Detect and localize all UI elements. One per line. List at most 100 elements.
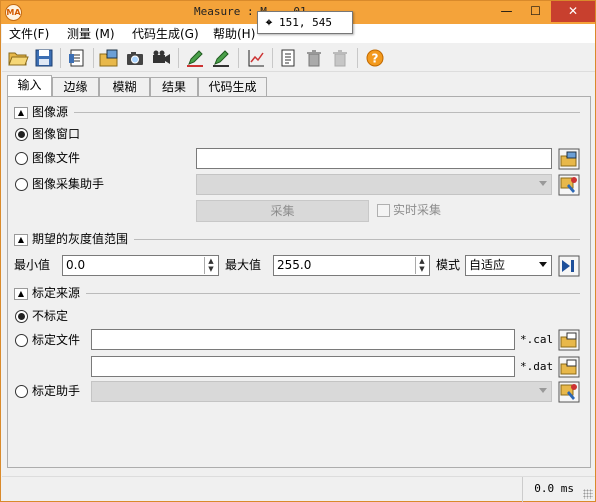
calibration-assistant-button[interactable] [558,381,580,403]
section-image-source[interactable]: ▲ 图像源 [14,104,68,120]
trash-icon[interactable] [303,47,325,69]
collapse-icon[interactable]: ▲ [14,287,28,300]
main-window: MA Measure : M... 01 — ☐ ✕ 文件(F) 测量 (M) … [0,0,596,502]
resize-grip-icon[interactable] [583,489,593,499]
section-title: 图像源 [32,105,69,119]
label-image-window: 图像窗口 [32,127,81,141]
radio-calibration-helper[interactable] [15,385,28,398]
acquisition-select[interactable] [196,174,552,195]
live-acquire-checkbox[interactable] [377,204,390,217]
open-file-icon [558,356,580,378]
load-icon[interactable] [66,47,88,69]
spin-down-icon[interactable]: ▼ [205,265,217,273]
document-icon[interactable] [277,47,299,69]
dat-extension-label: *.dat [520,360,554,373]
open-image-icon[interactable] [98,47,120,69]
chevron-down-icon [539,181,547,186]
toolbar-separator [357,48,358,68]
apply-range-button[interactable] [558,255,580,277]
label-image-acquisition: 图像采集助手 [32,177,105,191]
section-title: 标定来源 [32,286,81,300]
tab-blur[interactable]: 模糊 [99,77,150,97]
label-min-value: 最小值 [14,258,51,272]
spin-buttons[interactable]: ▲ ▼ [204,257,217,274]
tab-results[interactable]: 结果 [150,77,198,97]
open-file-icon [558,329,580,351]
maximize-button[interactable]: ☐ [521,1,550,22]
chevron-down-icon [539,262,547,267]
section-gray-range[interactable]: ▲ 期望的灰度值范围 [14,231,128,247]
radio-image-acquisition[interactable] [15,178,28,191]
section-divider [86,293,580,294]
toolbar-separator [93,48,94,68]
label-calibration-file: 标定文件 [32,333,81,347]
max-value-spinbox[interactable]: 255.0 ▲ ▼ [273,255,430,276]
min-value-spinbox[interactable]: 0.0 ▲ ▼ [62,255,219,276]
mode-select-value: 自适应 [469,258,506,272]
toolbar-separator [238,48,239,68]
cal-extension-label: *.cal [520,333,554,346]
toolbar-separator [178,48,179,68]
edit-alt-icon[interactable] [210,47,232,69]
toolbar: ? [2,43,595,72]
collapse-icon[interactable]: ▲ [14,106,28,119]
menu-help[interactable]: 帮助(H) [213,25,255,42]
label-no-calibration: 不标定 [32,309,69,323]
radio-calibration-file[interactable] [15,334,28,347]
tab-input[interactable]: 输入 [7,75,52,97]
menu-file[interactable]: 文件(F) [9,25,49,42]
video-camera-icon[interactable] [150,47,172,69]
browse-cal-file-button[interactable] [558,329,580,351]
status-bar: 0.0 ms [2,476,595,502]
spin-down-icon[interactable]: ▼ [416,265,428,273]
app-logo-icon: MA [5,4,22,21]
calibration-helper-select[interactable] [91,381,552,402]
tab-codegen[interactable]: 代码生成 [198,77,267,97]
open-folder-icon[interactable] [7,47,29,69]
radio-image-window[interactable] [15,128,28,141]
tooltip-text: 151, 545 [279,16,332,29]
dat-file-input[interactable] [91,356,515,377]
calibration-assistant-icon [558,381,580,403]
edit-icon[interactable] [184,47,206,69]
camera-icon[interactable] [124,47,146,69]
label-live-acquire: 实时采集 [393,203,442,217]
collapse-icon[interactable]: ▲ [14,233,28,246]
open-image-icon [558,148,580,170]
trash-disabled-icon[interactable] [329,47,351,69]
chart-icon[interactable] [245,47,267,69]
min-value-text: 0.0 [66,258,86,272]
forward-arrow-icon [558,255,580,277]
radio-image-file[interactable] [15,152,28,165]
browse-image-file-button[interactable] [558,148,580,170]
calibration-file-input[interactable] [91,329,515,350]
menu-measure[interactable]: 测量 (M) [67,25,115,42]
help-icon[interactable]: ? [364,47,386,69]
mode-select[interactable]: 自适应 [465,255,552,276]
section-title: 期望的灰度值范围 [32,232,129,246]
processing-time: 0.0 ms [522,477,574,502]
close-button[interactable]: ✕ [551,1,595,22]
tab-edges[interactable]: 边缘 [52,77,99,97]
section-divider [74,112,580,113]
acquisition-assistant-icon [558,174,580,196]
browse-dat-file-button[interactable] [558,356,580,378]
label-image-file: 图像文件 [32,151,81,165]
spin-up-icon[interactable]: ▲ [205,257,217,265]
menu-codegen[interactable]: 代码生成(G) [132,25,199,42]
spin-buttons[interactable]: ▲ ▼ [415,257,428,274]
input-panel: ▲ 图像源 图像窗口 图像文件 图像采集助手 采集 实时采集 ▲ 期望的灰度值范围 … [7,96,591,468]
svg-text:?: ? [372,52,379,66]
crosshair-icon: ⌖ [265,16,273,29]
radio-no-calibration[interactable] [15,310,28,323]
acquire-button[interactable]: 采集 [196,200,369,222]
acquisition-assistant-button[interactable] [558,174,580,196]
minimize-button[interactable]: — [492,1,521,22]
max-value-text: 255.0 [277,258,312,272]
label-mode: 模式 [436,258,461,272]
spin-up-icon[interactable]: ▲ [416,257,428,265]
image-file-input[interactable] [196,148,552,169]
chevron-down-icon [539,388,547,393]
section-calibration[interactable]: ▲ 标定来源 [14,285,80,301]
save-icon[interactable] [33,47,55,69]
